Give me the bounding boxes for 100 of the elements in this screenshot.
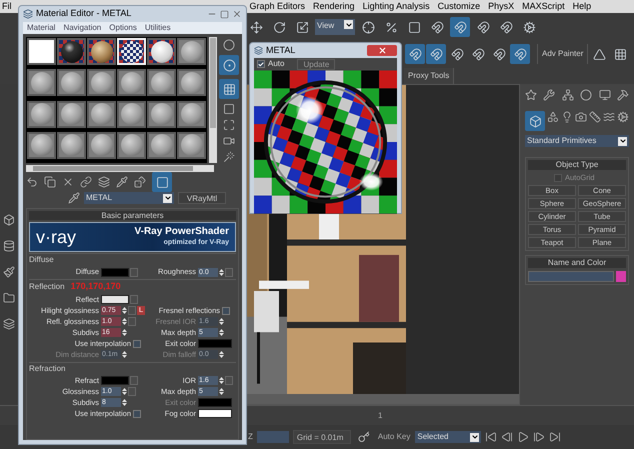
rollout-header[interactable]: Object Type xyxy=(528,160,626,170)
sample-slot[interactable] xyxy=(27,132,56,159)
color-swatch[interactable] xyxy=(198,409,232,418)
sample-slot[interactable] xyxy=(57,100,86,128)
eyedropper-icon[interactable] xyxy=(68,192,80,204)
spinner-arrows-icon[interactable] xyxy=(219,317,224,326)
magnet-button[interactable] xyxy=(510,44,530,64)
color-swatch[interactable] xyxy=(101,376,129,385)
spinner-arrows-icon[interactable] xyxy=(122,306,127,315)
spinner-arrows-icon[interactable] xyxy=(122,398,127,407)
shapes-icon[interactable] xyxy=(547,111,559,123)
dice-icon[interactable] xyxy=(134,176,146,188)
sample-slot[interactable] xyxy=(57,69,86,96)
spinner-arrows-icon[interactable] xyxy=(122,317,127,326)
layers-icon[interactable] xyxy=(3,318,15,330)
magnet-button[interactable] xyxy=(450,17,470,37)
view-dropdown[interactable]: View xyxy=(315,19,355,35)
box-button[interactable] xyxy=(525,111,545,131)
sample-slot[interactable] xyxy=(147,38,176,65)
hierarchy-icon[interactable] xyxy=(562,89,574,101)
menu-item[interactable]: PhysX xyxy=(484,0,518,14)
spinner-arrows-icon[interactable] xyxy=(122,328,127,337)
box-icon[interactable] xyxy=(3,214,15,226)
spinner-arrows-icon[interactable] xyxy=(219,387,224,396)
video-icon[interactable] xyxy=(223,135,235,147)
brush-icon[interactable] xyxy=(3,266,15,278)
step-forward-icon[interactable] xyxy=(533,431,546,443)
wrench-icon[interactable] xyxy=(543,89,556,101)
sample-slot[interactable] xyxy=(147,132,176,159)
menu-item[interactable]: Material xyxy=(23,22,60,34)
spinner-arrows-icon[interactable] xyxy=(219,350,224,359)
key-filter-dropdown[interactable]: Selected xyxy=(415,431,482,443)
camera-icon[interactable] xyxy=(575,111,587,123)
rollout-header[interactable]: Name and Color xyxy=(528,258,626,268)
horizontal-scrollbar[interactable] xyxy=(26,165,214,172)
link-icon[interactable] xyxy=(80,176,92,188)
delete-icon[interactable] xyxy=(62,176,74,188)
checkbox[interactable] xyxy=(133,340,141,348)
play-icon[interactable] xyxy=(517,431,530,443)
spinner-arrows-icon[interactable] xyxy=(219,268,224,276)
lightbulb-icon[interactable] xyxy=(561,111,573,123)
spinner-arrows-icon[interactable] xyxy=(219,376,224,385)
square-button[interactable] xyxy=(152,172,172,192)
sample-slot[interactable] xyxy=(147,100,176,128)
object-color-swatch[interactable] xyxy=(616,271,626,282)
copy-icon[interactable] xyxy=(44,176,56,188)
menu-item[interactable]: MAXScript xyxy=(518,0,569,14)
hammer-icon[interactable] xyxy=(616,89,629,101)
menu-item[interactable]: Lighting Analysis xyxy=(358,0,434,14)
layers-icon[interactable] xyxy=(98,176,110,188)
cog-icon[interactable] xyxy=(617,111,629,123)
coordinate-field[interactable] xyxy=(256,431,289,443)
pipette-icon[interactable] xyxy=(116,176,128,188)
checkbox[interactable] xyxy=(257,60,265,68)
rollout-header[interactable]: Basic parameters xyxy=(29,211,236,220)
sample-slot[interactable] xyxy=(27,100,56,128)
sample-slot[interactable] xyxy=(117,69,146,96)
circle-icon[interactable] xyxy=(580,89,592,101)
square-icon[interactable] xyxy=(223,103,235,115)
sample-slot[interactable] xyxy=(27,38,56,65)
skip-back-icon[interactable] xyxy=(485,431,498,443)
folder-icon[interactable] xyxy=(3,292,15,304)
spinner-arrows-icon[interactable] xyxy=(122,350,127,359)
sample-slot[interactable] xyxy=(117,132,146,159)
menu-item[interactable]: Fil xyxy=(0,0,14,14)
menu-item[interactable]: Graph Editors xyxy=(246,0,310,14)
checkbox[interactable] xyxy=(133,410,141,418)
sphere-icon[interactable] xyxy=(223,39,235,51)
material-name-dropdown[interactable]: METAL xyxy=(84,192,174,204)
step-back-icon[interactable] xyxy=(501,431,514,443)
frame-icon[interactable] xyxy=(223,119,235,131)
sample-slot[interactable] xyxy=(147,69,176,96)
sample-slot[interactable] xyxy=(117,100,146,128)
name-field[interactable] xyxy=(528,271,614,282)
close-icon[interactable] xyxy=(232,9,242,19)
sample-slot[interactable] xyxy=(177,132,206,159)
sample-slot[interactable] xyxy=(87,69,116,96)
sample-slot[interactable] xyxy=(87,38,116,65)
menu-item[interactable]: Utilities xyxy=(140,22,175,34)
menu-item[interactable]: Options xyxy=(105,22,141,34)
close-button[interactable] xyxy=(367,45,397,56)
color-swatch[interactable] xyxy=(101,295,129,304)
wand-icon[interactable] xyxy=(223,151,235,163)
menu-item[interactable]: Rendering xyxy=(309,0,359,14)
menu-item[interactable]: Navigation xyxy=(59,22,106,34)
sample-slot[interactable] xyxy=(87,132,116,159)
sample-slot[interactable] xyxy=(57,132,86,159)
ruler-icon[interactable] xyxy=(589,111,601,123)
cylinder-icon[interactable] xyxy=(3,240,15,252)
ribbon-button[interactable]: Adv Painter xyxy=(537,44,588,64)
category-dropdown[interactable]: Standard Primitives xyxy=(525,135,629,147)
maximize-icon[interactable] xyxy=(220,10,229,18)
skip-forward-icon[interactable] xyxy=(549,431,562,443)
sample-slot[interactable] xyxy=(177,69,206,96)
color-swatch[interactable] xyxy=(198,339,232,348)
sample-slot[interactable] xyxy=(27,69,56,96)
menu-item[interactable]: Help xyxy=(568,0,596,14)
magnet-button[interactable] xyxy=(405,44,425,64)
sample-slot[interactable] xyxy=(87,100,116,128)
color-swatch[interactable] xyxy=(101,268,129,276)
